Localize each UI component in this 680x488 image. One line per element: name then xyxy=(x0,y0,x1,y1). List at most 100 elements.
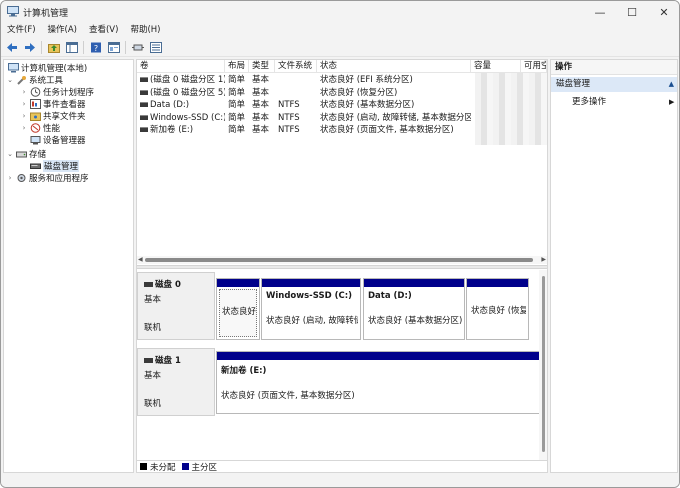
back-arrow-icon xyxy=(6,42,17,52)
volume-type: 基本 xyxy=(252,112,270,123)
scrollbar-thumb[interactable] xyxy=(542,276,545,452)
partition-recovery[interactable]: 状态良好 (恢复 xyxy=(466,278,529,340)
scroll-left-icon[interactable]: ◀ xyxy=(138,256,143,263)
collapse-up-icon[interactable]: ▲ xyxy=(669,77,674,92)
tree-item-disk-management[interactable]: 磁盘管理 xyxy=(20,160,80,172)
tree-label-services-apps: 服务和应用程序 xyxy=(29,174,89,184)
help-button[interactable]: ? xyxy=(89,41,102,54)
volume-layout: 简单 xyxy=(228,87,246,98)
tree-label-storage: 存储 xyxy=(29,150,47,160)
tree-item-shared-folders[interactable]: › 共享文件夹 xyxy=(20,110,86,122)
tree-label-event-viewer: 事件查看器 xyxy=(43,100,86,110)
minimize-icon: — xyxy=(594,5,606,19)
maximize-button[interactable]: ☐ xyxy=(617,1,647,23)
scroll-right-icon[interactable]: ▶ xyxy=(541,256,546,263)
menu-action[interactable]: 操作(A) xyxy=(48,23,77,38)
volume-filesystem xyxy=(275,87,317,100)
expand-chevron-icon[interactable]: › xyxy=(6,174,14,182)
partition-windows-ssd[interactable]: Windows-SSD (C:) 状态良好 (启动, 故障转储 xyxy=(261,278,361,340)
minimize-button[interactable]: — xyxy=(585,1,615,23)
column-header-volume[interactable]: 卷 xyxy=(137,60,225,73)
volume-filesystem: NTFS xyxy=(278,100,300,110)
tree-item-system-tools[interactable]: ⌄ 系统工具 xyxy=(6,74,63,86)
collapse-chevron-icon[interactable]: ⌄ xyxy=(6,150,14,158)
expand-chevron-icon[interactable]: › xyxy=(20,88,28,96)
computer-icon xyxy=(8,63,19,73)
volume-type: 基本 xyxy=(252,75,270,85)
toolbar-separator xyxy=(41,40,42,54)
menu-view[interactable]: 查看(V) xyxy=(89,23,118,38)
expand-chevron-icon[interactable]: › xyxy=(20,124,28,132)
disk-graphical-view: 磁盘 0 基本 联机 状态良好 Windows-SSD (C:) 状态良好 (启… xyxy=(137,270,547,460)
vertical-scrollbar[interactable] xyxy=(539,270,547,460)
disk-name: 磁盘 1 xyxy=(155,356,181,366)
partition-name: Data (D:) xyxy=(368,291,412,301)
connect-button[interactable] xyxy=(131,41,144,54)
clock-icon xyxy=(30,87,41,97)
legend-swatch xyxy=(181,463,189,470)
tree-label-disk-management: 磁盘管理 xyxy=(43,160,80,172)
expand-chevron-icon[interactable]: › xyxy=(20,112,28,120)
submenu-arrow-icon[interactable]: ▶ xyxy=(669,96,674,108)
volume-status: 状态良好 (基本数据分区) xyxy=(320,100,415,110)
tree-item-device-manager[interactable]: 设备管理器 xyxy=(20,134,86,146)
column-header-status[interactable]: 状态 xyxy=(317,60,471,73)
disk-name: 磁盘 0 xyxy=(155,280,181,290)
disk-management-pane: 卷 布局 类型 文件系统 状态 容量 可用空 (磁盘 0 磁盘分区 1) 简单 … xyxy=(136,59,548,473)
actions-section-label: 磁盘管理 xyxy=(556,79,591,89)
connect-icon xyxy=(131,44,144,50)
more-actions-link[interactable]: 更多操作 xyxy=(572,96,606,108)
menu-help[interactable]: 帮助(H) xyxy=(130,23,160,38)
legend-label: 主分区 xyxy=(191,462,218,473)
volume-status: 状态良好 (EFI 系统分区) xyxy=(320,75,413,85)
actions-section-disk-management[interactable]: 磁盘管理 ▲ xyxy=(551,77,677,92)
pane-splitter[interactable] xyxy=(137,265,547,269)
forward-arrow-icon xyxy=(24,42,35,52)
column-header-free-space[interactable]: 可用空 xyxy=(521,60,547,73)
volume-layout: 简单 xyxy=(228,75,246,85)
collapse-chevron-icon[interactable]: ⌄ xyxy=(6,76,14,84)
scrollbar-thumb[interactable] xyxy=(145,258,533,262)
title-bar[interactable]: 计算机管理 — ☐ ✕ xyxy=(1,1,679,23)
forward-button[interactable] xyxy=(23,41,36,54)
close-button[interactable]: ✕ xyxy=(649,1,679,23)
horizontal-scrollbar[interactable]: ◀ ▶ xyxy=(137,256,547,264)
up-level-button[interactable] xyxy=(47,41,60,54)
disk-icon xyxy=(144,281,153,287)
column-header-layout[interactable]: 布局 xyxy=(225,60,249,73)
disk-status: 联机 xyxy=(144,399,162,409)
expand-chevron-icon[interactable]: › xyxy=(20,100,28,108)
tree-item-storage[interactable]: ⌄ 存储 xyxy=(6,148,46,160)
volume-icon xyxy=(140,114,148,120)
partition-status: 状态良好 (恢复 xyxy=(471,306,526,316)
tree-item-root[interactable]: 计算机管理(本地) xyxy=(6,62,87,74)
volume-type: 基本 xyxy=(252,87,270,98)
disk-info-0[interactable]: 磁盘 0 基本 联机 xyxy=(137,272,215,340)
disk-kind: 基本 xyxy=(144,295,162,305)
volume-status: 状态良好 (页面文件, 基本数据分区) xyxy=(320,125,454,135)
tree-item-performance[interactable]: › 性能 xyxy=(20,122,60,134)
partition-data[interactable]: Data (D:) 状态良好 (基本数据分区) xyxy=(363,278,465,340)
partition-name: 新加卷 (E:) xyxy=(221,366,267,376)
partition-efi[interactable]: 状态良好 xyxy=(216,278,260,340)
volume-filesystem xyxy=(275,74,317,87)
tree-label-performance: 性能 xyxy=(43,124,61,134)
tree-item-task-scheduler[interactable]: › 任务计划程序 xyxy=(20,86,94,98)
column-header-capacity[interactable]: 容量 xyxy=(471,60,521,73)
system-tools-icon xyxy=(17,76,26,85)
column-header-filesystem[interactable]: 文件系统 xyxy=(275,60,317,73)
properties-button[interactable] xyxy=(107,41,120,54)
disk-info-1[interactable]: 磁盘 1 基本 联机 xyxy=(137,348,215,416)
column-header-type[interactable]: 类型 xyxy=(249,60,275,73)
tree-item-event-viewer[interactable]: › 事件查看器 xyxy=(20,98,86,110)
back-button[interactable] xyxy=(5,41,18,54)
close-icon: ✕ xyxy=(659,5,669,19)
view-button[interactable] xyxy=(149,41,162,54)
menu-file[interactable]: 文件(F) xyxy=(7,23,36,38)
tree-item-services-apps[interactable]: › 服务和应用程序 xyxy=(6,172,89,184)
menu-bar: 文件(F) 操作(A) 查看(V) 帮助(H) xyxy=(1,23,679,38)
tree-label-shared-folders: 共享文件夹 xyxy=(43,112,86,122)
partition-new-volume[interactable]: 新加卷 (E:) 状态良好 (页面文件, 基本数据分区) xyxy=(216,351,544,414)
show-hide-tree-button[interactable] xyxy=(65,41,78,54)
disk-status: 联机 xyxy=(144,323,162,333)
